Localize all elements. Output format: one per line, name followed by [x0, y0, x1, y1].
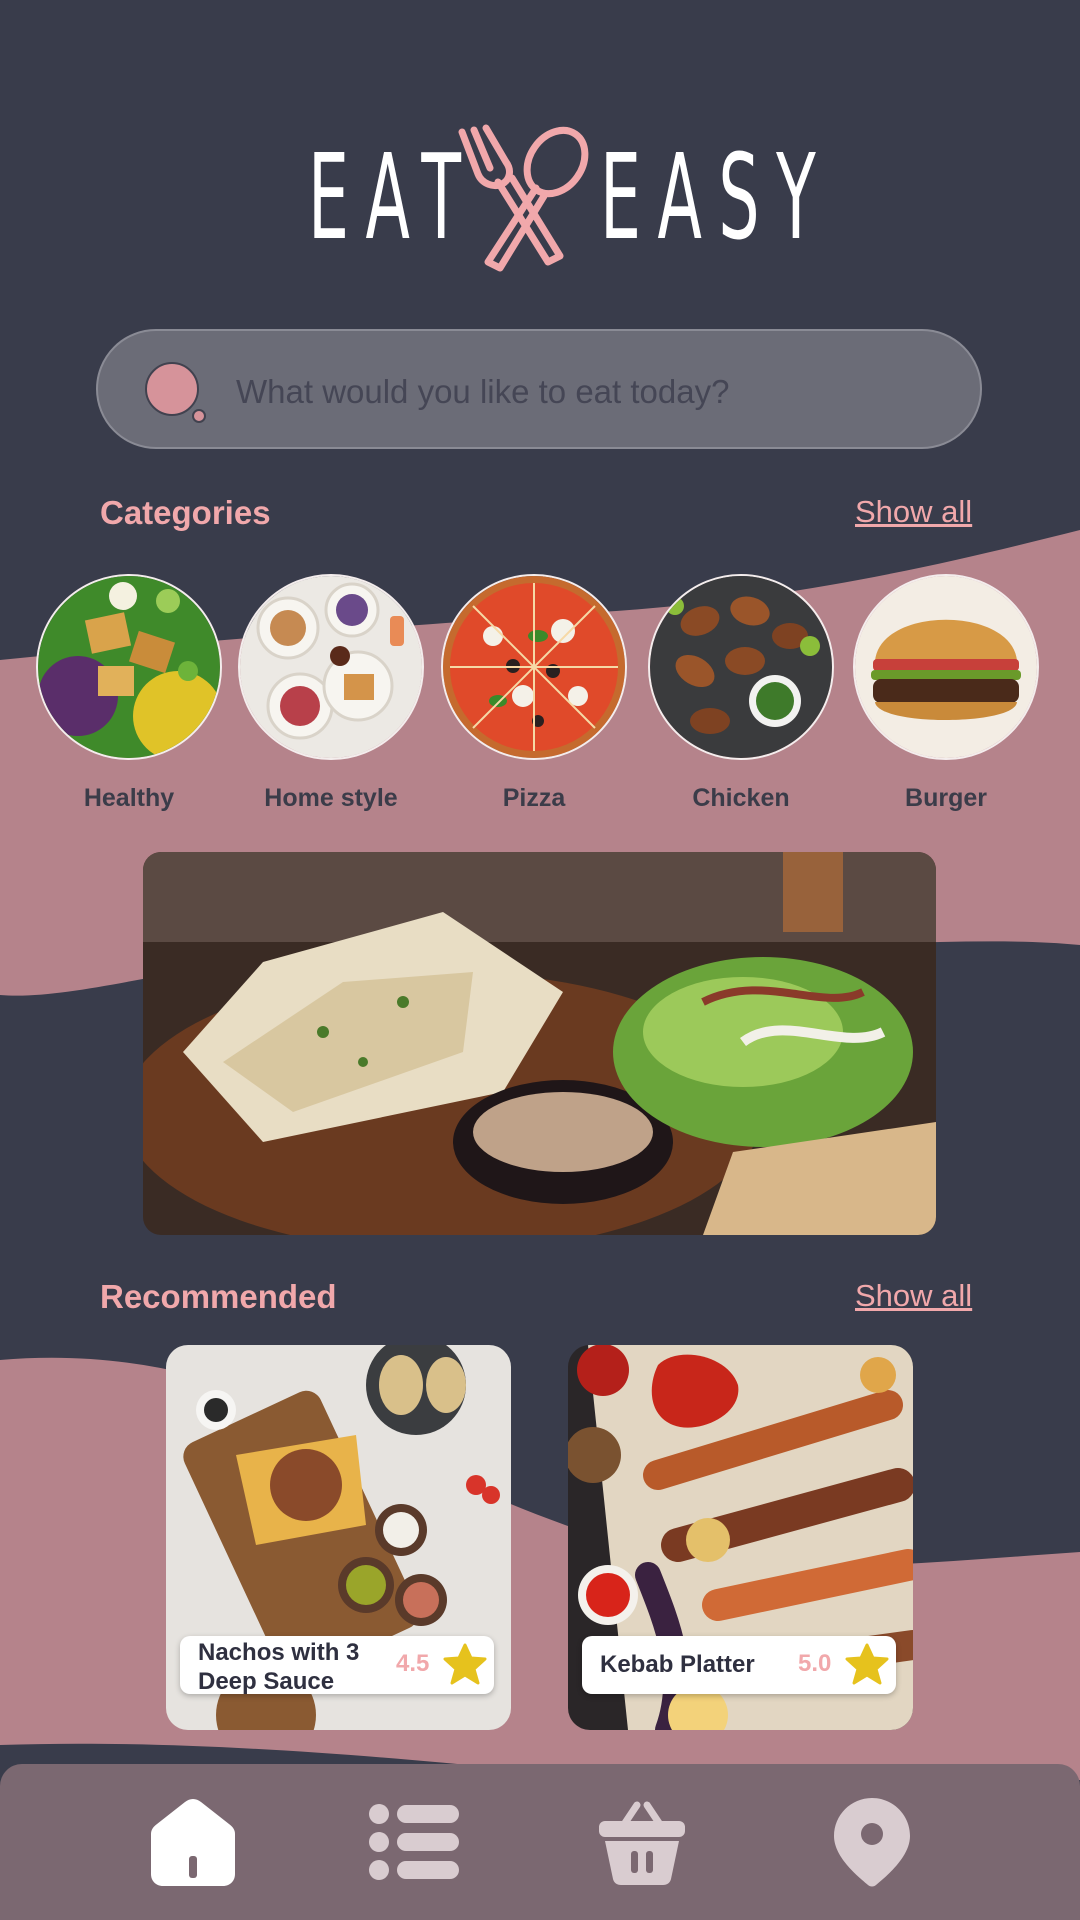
- star-icon: [443, 1643, 487, 1685]
- search-input[interactable]: [234, 361, 938, 423]
- category-label: Pizza: [502, 784, 566, 812]
- categories-show-all-link[interactable]: Show all: [855, 494, 972, 530]
- categories-title: Categories: [100, 494, 271, 531]
- nav-menu-button[interactable]: [365, 1792, 465, 1892]
- pizza-image: [441, 574, 627, 760]
- burger-image: [853, 574, 1039, 760]
- category-healthy[interactable]: Healthy: [34, 574, 224, 813]
- home-icon: [151, 1799, 235, 1886]
- search-icon: [145, 362, 206, 423]
- category-label: Chicken: [692, 784, 790, 812]
- card-rating: 4.5: [396, 1650, 430, 1677]
- recommended-card[interactable]: Kebab Platter 5.0: [568, 1345, 913, 1730]
- recommended-title: Recommended: [100, 1278, 337, 1315]
- card-title: Nachos with 3 Deep Sauce: [198, 1639, 360, 1695]
- nav-home-button[interactable]: [143, 1792, 243, 1892]
- home-style-food-image: [238, 574, 424, 760]
- category-label: Home style: [264, 784, 398, 812]
- healthy-food-image: [36, 574, 222, 760]
- category-home-style[interactable]: Home style: [236, 574, 426, 813]
- star-icon: [845, 1643, 889, 1685]
- card-info-bar: Kebab Platter 5.0: [582, 1636, 896, 1694]
- card-rating: 5.0: [798, 1650, 832, 1677]
- card-info-bar: Nachos with 3 Deep Sauce 4.5: [180, 1636, 494, 1695]
- category-label: Burger: [905, 784, 987, 812]
- category-chicken[interactable]: Chicken: [646, 574, 836, 813]
- list-icon: [369, 1804, 459, 1880]
- category-burger[interactable]: Burger: [851, 574, 1041, 813]
- chicken-image: [648, 574, 834, 760]
- recommended-show-all-link[interactable]: Show all: [855, 1278, 972, 1314]
- fork-spoon-icon: [458, 124, 589, 272]
- featured-food-banner[interactable]: [143, 852, 936, 1235]
- nav-location-button[interactable]: [822, 1792, 922, 1892]
- logo-text-easy: EASY: [600, 128, 833, 266]
- category-label: Healthy: [83, 784, 175, 812]
- basket-icon: [599, 1801, 685, 1885]
- search-bar[interactable]: [96, 329, 982, 449]
- card-title: Kebab Platter: [600, 1651, 755, 1678]
- app-logo: EAT EASY: [300, 118, 820, 278]
- recommended-card[interactable]: Nachos with 3 Deep Sauce 4.5: [166, 1345, 511, 1730]
- location-pin-icon: [834, 1798, 910, 1887]
- featured-food-image: [143, 852, 936, 1235]
- nav-basket-button[interactable]: [592, 1792, 692, 1892]
- category-pizza[interactable]: Pizza: [439, 574, 629, 813]
- bottom-navigation: [0, 1764, 1080, 1920]
